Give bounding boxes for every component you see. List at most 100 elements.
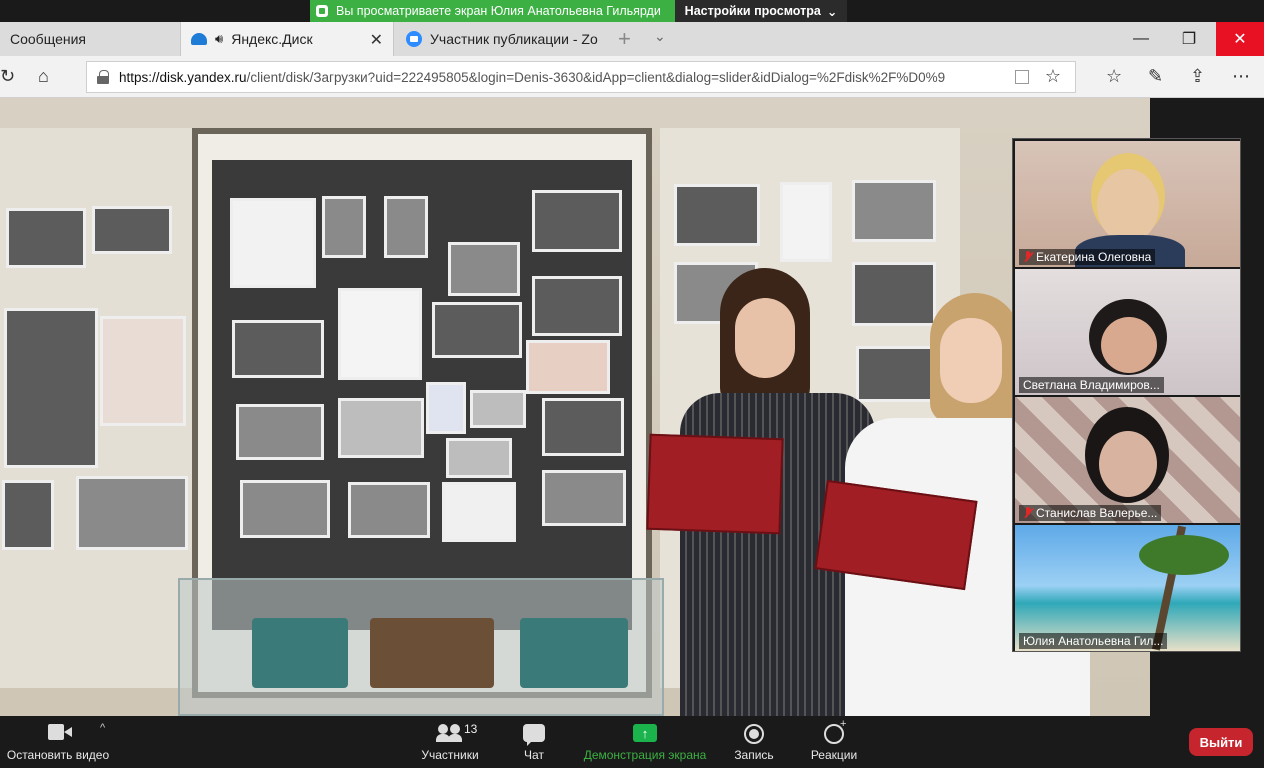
exhibit-photo	[384, 196, 428, 258]
refresh-icon[interactable]: ↻	[0, 66, 15, 87]
exhibit-calculator	[520, 618, 628, 688]
record-button[interactable]: Запись	[728, 716, 780, 768]
zoom-icon	[406, 31, 422, 47]
participant-tile[interactable]: Юлия Анатольевна Гил...	[1015, 525, 1240, 651]
tab-messages[interactable]: Сообщения	[0, 22, 178, 56]
exhibit-document	[446, 438, 512, 478]
participant-name: Светлана Владимиров...	[1019, 377, 1164, 393]
reactions-button[interactable]: Реакции	[806, 716, 862, 768]
video-camera-icon	[48, 724, 72, 740]
participants-count: 13	[464, 722, 478, 736]
exhibit-photo	[542, 470, 626, 526]
leave-meeting-button[interactable]: Выйти	[1189, 728, 1253, 756]
pen-icon[interactable]: ✎	[1148, 66, 1163, 87]
maximize-button[interactable]: ❐	[1165, 22, 1213, 56]
exhibit-document	[100, 316, 186, 426]
exhibit-photo	[240, 480, 330, 538]
exhibit-document	[338, 288, 422, 380]
exhibit-photo	[674, 184, 760, 246]
tab-label: Участник публикации - Zo	[430, 31, 598, 47]
share-icon[interactable]: ⇪	[1190, 66, 1205, 87]
more-icon[interactable]: ⋯	[1232, 66, 1250, 87]
exhibit-photo	[76, 476, 188, 550]
url-path: /client/disk/Загрузки?uid=222495805&logi…	[246, 69, 946, 85]
exhibit-photo	[532, 276, 622, 336]
chat-button[interactable]: Чат	[512, 716, 556, 768]
exhibit-photo	[348, 482, 430, 538]
participant-tile[interactable]: Светлана Владимиров...	[1015, 269, 1240, 395]
chevron-down-icon: ⌄	[826, 4, 838, 19]
exhibit-typewriter	[252, 618, 348, 688]
exhibit-photo	[232, 320, 324, 378]
zoom-toolbar: Остановить видео ^ 13 Участники Чат ↑ Де…	[0, 716, 1264, 768]
speaker-icon[interactable]: 🔊︎	[215, 31, 223, 47]
minimize-button[interactable]: —	[1117, 22, 1165, 56]
exhibit-photo	[4, 308, 98, 468]
exhibit-abacus	[370, 618, 494, 688]
participants-icon	[436, 724, 464, 742]
record-icon	[744, 724, 764, 744]
tab-label: Сообщения	[10, 31, 86, 47]
exhibit-photo	[6, 208, 86, 268]
share-screen-icon	[316, 5, 328, 17]
yandex-disk-icon	[191, 33, 207, 45]
exhibit-photo	[532, 190, 622, 252]
smiley-icon	[824, 718, 846, 744]
stop-video-button[interactable]: Остановить видео	[4, 716, 112, 768]
share-screen-button[interactable]: ↑ Демонстрация экрана	[580, 716, 710, 768]
exhibit-document	[442, 482, 516, 542]
share-screen-icon: ↑	[633, 724, 657, 742]
exhibit-document	[470, 390, 526, 428]
reading-view-icon[interactable]	[1015, 70, 1029, 84]
favorite-star-icon[interactable]: ☆	[1045, 66, 1061, 87]
participant-gallery[interactable]: Екатерина Олеговна Светлана Владимиров..…	[1012, 138, 1241, 652]
address-bar[interactable]: https://disk.yandex.ru/client/disk/Загру…	[86, 61, 1076, 93]
tab-zoom-participant[interactable]: Участник публикации - Zo	[396, 22, 610, 56]
participant-tile[interactable]: Станислав Валерье...	[1015, 397, 1240, 523]
caret-up-icon[interactable]: ^	[100, 722, 105, 734]
tab-list-chevron-icon[interactable]: ⌄	[654, 28, 666, 45]
new-tab-icon[interactable]: +	[618, 26, 631, 52]
favorites-list-icon[interactable]: ☆	[1106, 66, 1122, 87]
exhibit-photo	[432, 302, 522, 358]
exhibit-document	[780, 182, 832, 262]
chat-icon	[523, 724, 545, 746]
sharing-indicator: Вы просматриваете экран Юлия Анатольевна…	[310, 0, 675, 22]
center-case-panel	[212, 160, 632, 630]
participant-name: Екатерина Олеговна	[1019, 249, 1156, 265]
close-window-button[interactable]: ✕	[1216, 22, 1264, 56]
exhibit-photo	[322, 196, 366, 258]
exhibit-photo	[852, 180, 936, 242]
mic-muted-icon	[1023, 251, 1033, 263]
tab-yandex-disk[interactable]: 🔊︎ Яндекс.Диск ✕	[180, 22, 394, 56]
close-tab-icon[interactable]: ✕	[370, 30, 383, 50]
sharing-text: Вы просматриваете экран Юлия Анатольевна…	[336, 4, 661, 18]
red-book	[646, 433, 784, 535]
view-options-button[interactable]: Настройки просмотра ⌄	[675, 0, 847, 22]
url-host: https://disk.yandex.ru	[119, 69, 247, 85]
museum-photo	[0, 98, 1150, 716]
exhibit-document	[526, 340, 610, 394]
home-icon[interactable]: ⌂	[38, 66, 49, 87]
mic-muted-icon	[1023, 507, 1033, 519]
exhibit-photo	[92, 206, 172, 254]
view-options-label: Настройки просмотра	[684, 4, 821, 18]
exhibit-photo	[338, 398, 424, 458]
exhibit-photo	[448, 242, 520, 296]
participant-name: Станислав Валерье...	[1019, 505, 1162, 521]
exhibit-photo	[2, 480, 54, 550]
zoom-window: Вы просматриваете экран Юлия Анатольевна…	[0, 0, 1264, 768]
participant-avatar	[1097, 169, 1159, 243]
exhibit-photo	[236, 404, 324, 460]
participant-tile[interactable]: Екатерина Олеговна	[1015, 141, 1240, 267]
lock-icon[interactable]	[97, 70, 109, 84]
exhibit-document	[230, 198, 316, 288]
browser-tab-strip: Сообщения 🔊︎ Яндекс.Диск ✕ Участник публ…	[0, 22, 1264, 56]
tab-label: Яндекс.Диск	[231, 31, 313, 47]
participant-name: Юлия Анатольевна Гил...	[1019, 633, 1168, 649]
zoom-share-bar: Вы просматриваете экран Юлия Анатольевна…	[0, 0, 1264, 22]
exhibit-photo	[542, 398, 624, 456]
participants-button[interactable]: 13 Участники	[418, 716, 482, 768]
exhibit-document	[426, 382, 466, 434]
address-bar-row: ↻ ⌂ https://disk.yandex.ru/client/disk/З…	[0, 56, 1264, 98]
